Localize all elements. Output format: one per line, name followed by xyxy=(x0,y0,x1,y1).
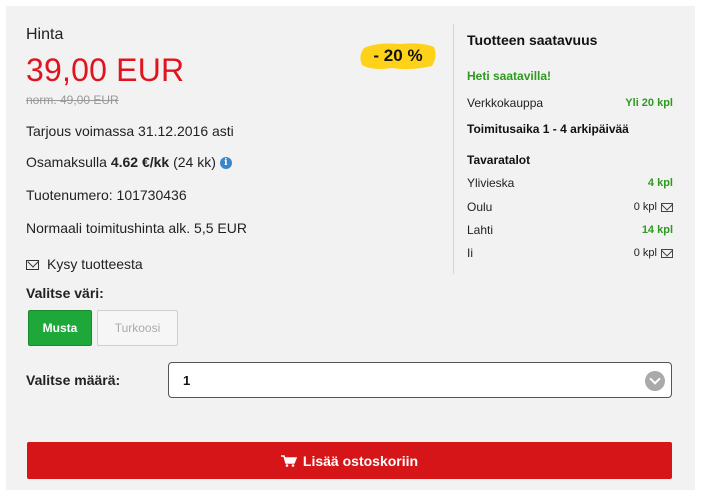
availability-status: Heti saatavilla! xyxy=(467,69,552,83)
envelope-icon xyxy=(26,260,39,271)
quantity-select[interactable]: 1 xyxy=(168,362,672,398)
store-row: Lahti 14 kpl xyxy=(467,223,673,237)
quantity-label: Valitse määrä: xyxy=(26,372,121,388)
offer-valid-text: Tarjous voimassa 31.12.2016 asti xyxy=(26,123,234,139)
price-label: Hinta xyxy=(26,26,64,43)
store-qty: 4 kpl xyxy=(647,177,673,189)
installment-prefix: Osamaksulla xyxy=(26,154,111,170)
color-option-musta[interactable]: Musta xyxy=(28,310,92,346)
cart-icon xyxy=(280,454,297,467)
ask-link-label: Kysy tuotteesta xyxy=(47,256,143,272)
notify-envelope-icon[interactable] xyxy=(661,202,673,212)
store-row: Ii 0 kpl xyxy=(467,246,673,260)
color-select-label: Valitse väri: xyxy=(26,285,104,301)
stores-title: Tavaratalot xyxy=(467,153,531,167)
chevron-down-icon xyxy=(645,371,665,391)
delivery-price: Normaali toimitushinta alk. 5,5 EUR xyxy=(26,220,247,236)
color-option-turkoosi[interactable]: Turkoosi xyxy=(97,310,178,346)
discount-badge: - 20 % xyxy=(358,40,438,72)
ask-about-product-link[interactable]: Kysy tuotteesta xyxy=(26,256,143,272)
availability-title: Tuotteen saatavuus xyxy=(467,32,598,48)
installment-info: Osamaksulla 4.62 €/kk (24 kk) i xyxy=(26,154,232,170)
quantity-value: 1 xyxy=(183,373,191,388)
store-name: Ylivieska xyxy=(467,176,515,190)
store-row: Ylivieska 4 kpl xyxy=(467,176,673,190)
store-qty: 0 kpl xyxy=(633,247,657,259)
store-name: Oulu xyxy=(467,200,493,214)
product-number: Tuotenumero: 101730436 xyxy=(26,187,187,203)
discount-badge-text: - 20 % xyxy=(373,46,423,65)
installment-amount: 4.62 €/kk xyxy=(110,154,170,170)
store-qty-with-notify: 0 kpl xyxy=(634,201,673,213)
store-row: Oulu 0 kpl xyxy=(467,200,673,214)
online-store-qty: Yli 20 kpl xyxy=(625,97,673,109)
normal-price: norm. 49,00 EUR xyxy=(26,93,119,107)
delivery-time: Toimitusaika 1 - 4 arkipäivää xyxy=(467,122,629,136)
notify-envelope-icon[interactable] xyxy=(661,248,673,258)
store-name: Lahti xyxy=(467,223,494,237)
store-qty: 0 kpl xyxy=(633,201,657,213)
online-store-label: Verkkokauppa xyxy=(467,96,544,110)
store-qty-with-notify: 0 kpl xyxy=(634,247,673,259)
installment-suffix: (24 kk) xyxy=(169,154,216,170)
add-to-cart-button[interactable]: Lisää ostoskoriin xyxy=(27,442,672,479)
store-name: Ii xyxy=(467,246,473,260)
store-qty: 14 kpl xyxy=(641,224,673,236)
current-price: 39,00 EUR xyxy=(26,52,185,88)
online-store-row: Verkkokauppa Yli 20 kpl xyxy=(467,96,673,110)
add-to-cart-label: Lisää ostoskoriin xyxy=(302,452,419,469)
column-divider xyxy=(453,24,454,274)
info-icon[interactable]: i xyxy=(219,157,232,170)
